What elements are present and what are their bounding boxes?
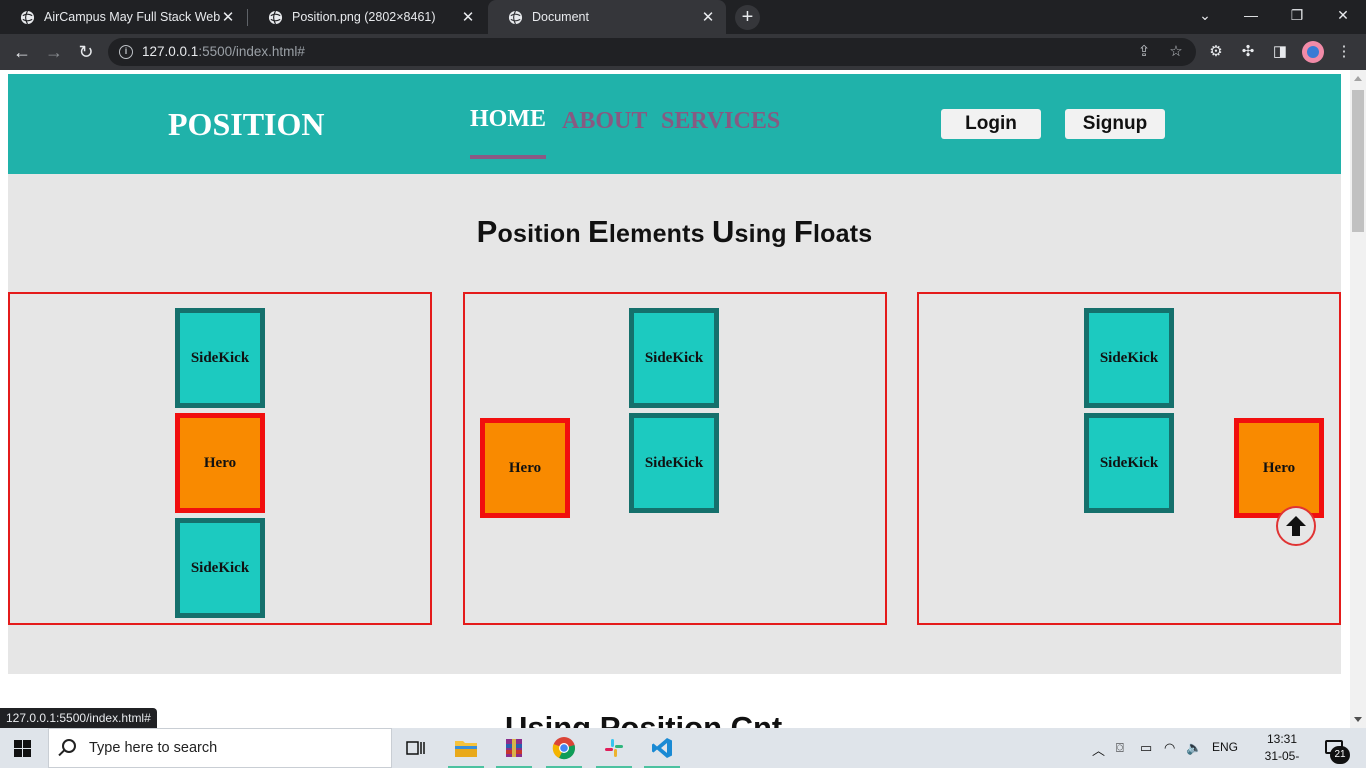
address-url[interactable]: 127.0.0.1:5500/index.html# [142,44,305,59]
nav-active-underline [470,155,546,159]
minimize-button[interactable]: — [1228,0,1274,30]
hero-box: Hero [1234,418,1324,518]
tab-position-png[interactable]: Position.png (2802×8461) ✕ [248,0,486,34]
heading-word: loats [813,220,873,248]
heading-initial: F [793,214,814,249]
clock-time: 13:31 [1266,732,1298,746]
float-demo-panel-1: SideKick Hero SideKick [8,292,432,625]
scroll-up-arrow[interactable] [1354,76,1362,81]
next-section-heading: Using Position Cnt [505,710,783,728]
heading-word: sing [734,220,787,248]
side-panel-icon[interactable]: ◨ [1270,42,1290,62]
tab-aircampus[interactable]: AirCampus May Full Stack Web D ✕ [0,0,246,34]
link-status-bar: 127.0.0.1:5500/index.html# [0,708,157,728]
profile-avatar[interactable] [1302,41,1324,63]
wifi-icon[interactable]: ◠ [1164,740,1175,756]
heading-initial: U [711,214,735,249]
sidekick-box: SideKick [1084,308,1174,408]
search-icon [62,739,76,753]
notification-count-badge: 21 [1330,746,1350,764]
bookmark-star-icon[interactable]: ☆ [1166,42,1186,62]
tab-title: Document [532,10,589,24]
heading-word: osition [497,220,581,248]
close-tab-icon[interactable]: ✕ [220,8,236,26]
url-host: 127.0.0.1 [142,44,199,59]
address-bar[interactable]: i 127.0.0.1:5500/index.html# ⇪ ☆ [108,38,1196,66]
restore-button[interactable]: ❐ [1274,0,1320,30]
scroll-to-top-button[interactable] [1276,506,1316,546]
float-demo-panel-2: SideKick SideKick Hero [463,292,887,625]
nav-services[interactable]: SERVICES [661,108,780,135]
login-button[interactable]: Login [941,109,1041,139]
tab-document[interactable]: Document ✕ [488,0,726,34]
nav-about[interactable]: ABOUT [562,108,647,135]
windows-taskbar: Type here to search ︿ ⌼ ▭ ◠ 🔈 ENG 13:31 … [0,728,1366,768]
signup-button[interactable]: Signup [1065,109,1165,139]
meet-now-icon[interactable]: ⌼ [1116,740,1124,756]
heading-initial: E [588,214,609,249]
back-icon[interactable]: ← [10,40,34,64]
heading-initial: P [476,214,498,249]
show-hidden-icons[interactable]: ︿ [1092,740,1105,759]
close-window-button[interactable]: ✕ [1320,0,1366,30]
tab-title: AirCampus May Full Stack Web D [44,10,220,24]
browser-toolbar: ← → ↻ i 127.0.0.1:5500/index.html# ⇪ ☆ ⚙… [0,34,1366,70]
heading-word: lements [608,220,705,248]
hero-box: Hero [480,418,570,518]
sidekick-box: SideKick [175,518,265,618]
sidekick-box: SideKick [175,308,265,408]
sidekick-box: SideKick [1084,413,1174,513]
reload-icon[interactable]: ↻ [74,40,98,64]
hero-box: Hero [175,413,265,513]
page-viewport: POSITION HOME ABOUT SERVICES Login Signu… [0,70,1350,728]
globe-icon [508,10,523,24]
section-heading: Position Elements Using Floats [8,214,1341,250]
forward-icon[interactable]: → [42,40,66,64]
input-language[interactable]: ENG [1212,740,1238,754]
file-explorer-icon[interactable] [448,734,484,768]
share-icon[interactable]: ⇪ [1134,42,1154,62]
arrow-up-icon [1286,516,1306,536]
extensions-puzzle-icon[interactable]: ✣ [1238,42,1258,62]
taskbar-search-box[interactable]: Type here to search [48,728,392,768]
vscode-icon[interactable] [644,734,680,768]
chrome-icon[interactable] [546,734,582,768]
page-scrollbar[interactable] [1350,70,1366,728]
globe-icon [268,10,283,24]
url-path: :5500/index.html# [198,44,305,59]
float-demo-panel-3: SideKick SideKick Hero [917,292,1341,625]
scrollbar-thumb[interactable] [1352,90,1364,232]
site-header: POSITION HOME ABOUT SERVICES Login Signu… [8,74,1341,174]
site-logo[interactable]: POSITION [168,106,324,143]
tab-strip: AirCampus May Full Stack Web D ✕ Positio… [0,0,1366,34]
tab-search-icon[interactable]: ⌄ [1182,0,1228,30]
task-view-icon[interactable] [398,734,434,762]
battery-icon[interactable]: ▭ [1140,740,1152,756]
sidekick-box: SideKick [629,413,719,513]
floats-section: Position Elements Using Floats SideKick … [8,174,1341,674]
volume-icon[interactable]: 🔈 [1186,740,1202,756]
close-tab-icon[interactable]: ✕ [700,8,716,26]
tab-title: Position.png (2802×8461) [292,10,436,24]
new-tab-button[interactable]: + [735,5,760,30]
winrar-icon[interactable] [496,734,532,768]
scroll-down-arrow[interactable] [1354,717,1362,722]
menu-kebab-icon[interactable]: ⋮ [1334,42,1354,62]
windows-start-icon[interactable] [14,740,31,757]
nav-home[interactable]: HOME [470,106,546,133]
globe-icon [20,10,35,24]
sidekick-box: SideKick [629,308,719,408]
site-info-icon[interactable]: i [119,45,133,59]
close-tab-icon[interactable]: ✕ [460,8,476,26]
clock-date: 31-05-2022 [1264,749,1300,768]
taskbar-search-placeholder: Type here to search [89,740,218,756]
extension-gear-icon[interactable]: ⚙ [1206,42,1226,62]
slack-icon[interactable] [596,734,632,768]
taskbar-clock[interactable]: 13:31 31-05-2022 [1255,731,1309,768]
